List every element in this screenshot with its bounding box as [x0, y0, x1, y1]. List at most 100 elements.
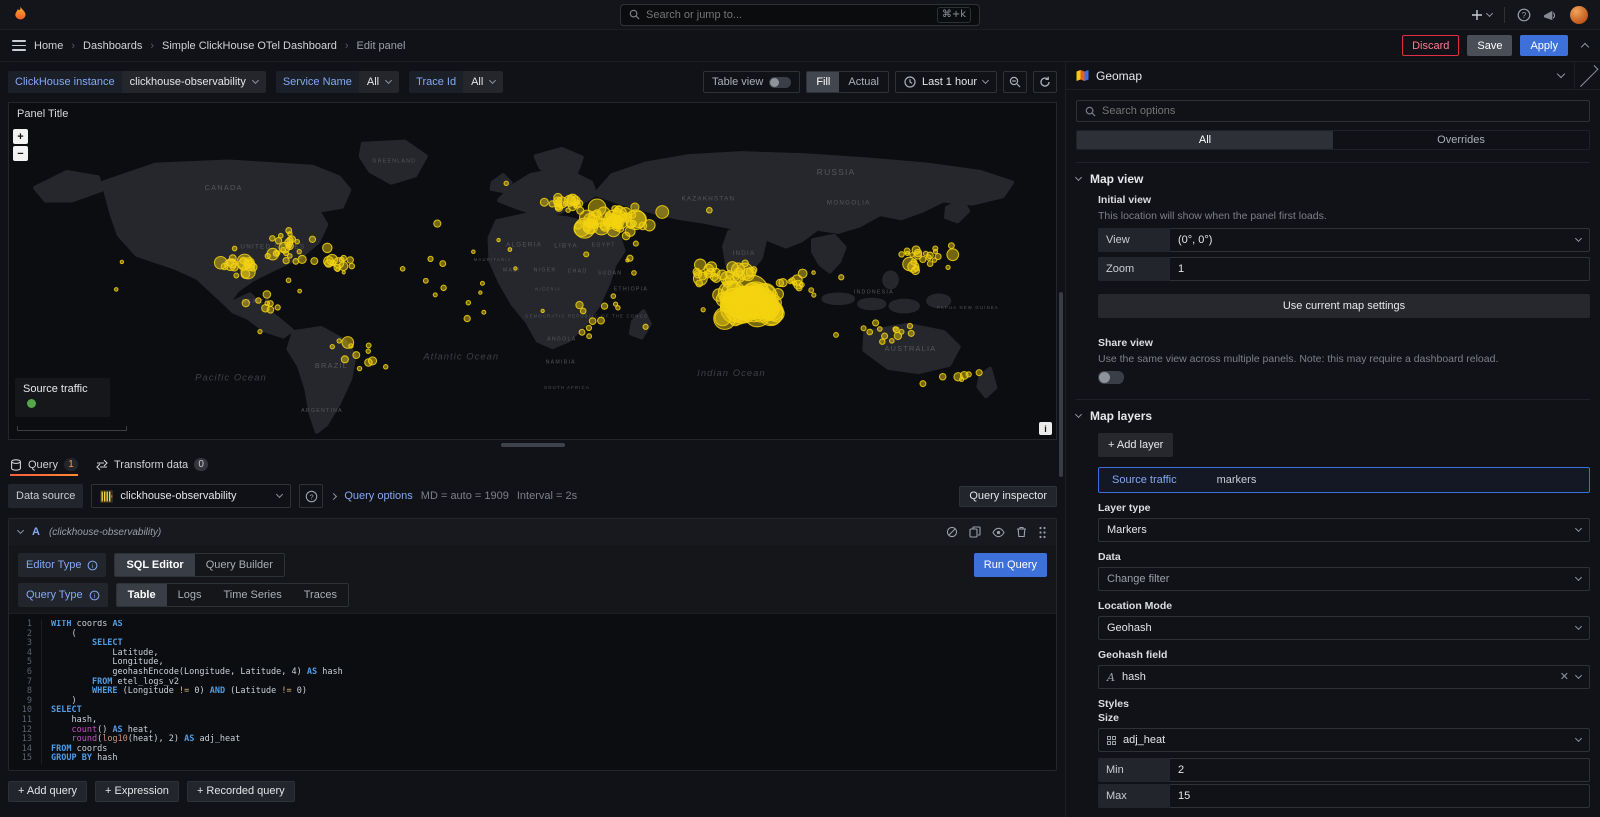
disable-query-icon[interactable] [946, 526, 958, 538]
breadcrumb-dashboards[interactable]: Dashboards [83, 40, 142, 52]
datasource-label: Data source [8, 484, 83, 508]
query-ref-id: A [32, 526, 40, 538]
zoom-label: Zoom [1098, 257, 1170, 281]
tab-all[interactable]: All [1077, 131, 1333, 149]
hide-response-icon[interactable] [992, 527, 1005, 538]
view-select[interactable]: (0°, 0°) [1170, 228, 1590, 252]
expression-button[interactable]: + Expression [95, 781, 179, 802]
refresh-icon [1039, 76, 1051, 88]
chevron-right-icon[interactable] [330, 492, 337, 499]
attribution-button[interactable]: i [1039, 422, 1052, 435]
min-input[interactable] [1178, 764, 1581, 776]
tab-query[interactable]: Query 1 [10, 458, 78, 476]
variable-service-name: Service Name All [276, 71, 399, 93]
query-row-header[interactable]: A (clickhouse-observability) [9, 519, 1056, 545]
map-layers-header[interactable]: Map layers [1076, 409, 1590, 423]
sql-editor-option[interactable]: SQL Editor [115, 554, 194, 576]
news-icon[interactable] [1543, 8, 1558, 21]
info-circle-icon: i [89, 590, 100, 601]
map-view-header[interactable]: Map view [1076, 172, 1590, 186]
clear-icon[interactable]: ✕ [1560, 672, 1569, 683]
search-input[interactable] [646, 9, 931, 21]
sql-editor[interactable]: 123456789101112131415 WITH coords AS ( S… [9, 613, 1056, 770]
data-filter-select[interactable]: Change filter [1098, 567, 1590, 591]
variable-value-dropdown[interactable]: All [359, 71, 399, 93]
geohash-field-select[interactable]: A hash ✕ [1098, 665, 1590, 689]
variable-label: Trace Id [409, 71, 463, 93]
panel-options-sidebar: Geomap All Overrides Map view [1066, 62, 1600, 817]
map-canvas[interactable]: RUSSIACANADAGREENLANDUNITED STATESMEXICO… [9, 125, 1056, 439]
time-range-picker[interactable]: Last 1 hour [895, 71, 997, 93]
svg-text:SUDAN: SUDAN [598, 271, 623, 277]
datasource-help-button[interactable]: ? [299, 484, 323, 508]
zoom-out-time-button[interactable] [1003, 71, 1027, 93]
query-inspector-button[interactable]: Query inspector [959, 486, 1057, 507]
add-query-button[interactable]: + Add query [8, 781, 87, 802]
discard-button[interactable]: Discard [1402, 35, 1459, 56]
breadcrumb-dashboard-name[interactable]: Simple ClickHouse OTel Dashboard [162, 40, 337, 52]
svg-text:SOUTH AFRICA: SOUTH AFRICA [544, 385, 590, 390]
global-search[interactable]: ⌘+k [620, 4, 980, 26]
tab-transform-data[interactable]: Transform data 0 [96, 458, 208, 476]
layer-type-select[interactable]: Markers [1098, 518, 1590, 542]
query-builder-option[interactable]: Query Builder [195, 554, 284, 576]
size-field-select[interactable]: adj_heat [1098, 728, 1590, 752]
search-icon [629, 9, 640, 20]
collapse-query-icon[interactable] [17, 527, 24, 534]
use-current-map-settings-button[interactable]: Use current map settings [1098, 294, 1590, 318]
refresh-button[interactable] [1033, 71, 1057, 93]
grafana-logo[interactable] [12, 6, 29, 23]
scrollbar-thumb[interactable] [1059, 292, 1063, 477]
geohash-field-label: Geohash field [1098, 649, 1590, 661]
max-input[interactable] [1178, 790, 1581, 802]
drag-handle-icon[interactable] [1038, 526, 1047, 539]
table-view-toggle[interactable]: Table view [703, 71, 800, 93]
text-field-icon: A [1107, 671, 1115, 684]
tab-overrides[interactable]: Overrides [1333, 131, 1589, 149]
location-mode-select[interactable]: Geohash [1098, 616, 1590, 640]
add-layer-button[interactable]: + Add layer [1098, 433, 1173, 457]
fill-option[interactable]: Fill [807, 72, 839, 92]
layer-item-source-traffic[interactable]: Source traffic markers [1098, 467, 1590, 493]
query-options-link[interactable]: Query options [344, 490, 412, 502]
map-zoom-in-button[interactable]: + [13, 129, 28, 144]
transform-icon [96, 459, 108, 471]
map-zoom-out-button[interactable]: − [13, 146, 28, 161]
menu-toggle-icon[interactable] [12, 40, 26, 51]
zoom-input[interactable] [1178, 263, 1581, 275]
options-search[interactable] [1076, 100, 1590, 122]
recorded-query-button[interactable]: + Recorded query [187, 781, 295, 802]
fill-actual-switch: Fill Actual [806, 71, 889, 93]
delete-query-icon[interactable] [1016, 526, 1027, 538]
save-button[interactable]: Save [1467, 35, 1512, 56]
variable-clickhouse-instance: ClickHouse instance clickhouse-observabi… [8, 71, 266, 93]
viz-picker-header[interactable]: Geomap [1066, 62, 1600, 90]
datasource-picker[interactable]: clickhouse-observability [91, 484, 291, 508]
options-search-input[interactable] [1102, 105, 1581, 117]
viz-picker-toggle[interactable] [1548, 62, 1574, 89]
share-view-toggle[interactable] [1098, 371, 1124, 384]
svg-text:GREENLAND: GREENLAND [372, 159, 416, 165]
apply-button[interactable]: Apply [1520, 35, 1568, 56]
query-datasource-name: (clickhouse-observability) [49, 527, 161, 538]
query-type-table[interactable]: Table [117, 584, 167, 606]
drag-pill[interactable] [501, 443, 565, 447]
variable-value-dropdown[interactable]: clickhouse-observability [122, 71, 266, 93]
user-avatar[interactable] [1570, 6, 1588, 24]
variable-value-dropdown[interactable]: All [463, 71, 503, 93]
chevron-down-icon [489, 77, 496, 84]
query-type-timeseries[interactable]: Time Series [212, 584, 292, 606]
duplicate-query-icon[interactable] [969, 526, 981, 538]
add-menu-button[interactable] [1471, 9, 1492, 21]
sql-code[interactable]: WITH coords AS ( SELECT Latitude, Longit… [41, 620, 1056, 764]
query-type-logs[interactable]: Logs [167, 584, 213, 606]
help-icon[interactable]: ? [1517, 8, 1531, 22]
run-query-button[interactable]: Run Query [974, 553, 1047, 577]
world-map: RUSSIACANADAGREENLANDUNITED STATESMEXICO… [9, 125, 1056, 439]
collapse-pane-button[interactable] [1574, 62, 1600, 89]
query-type-traces[interactable]: Traces [293, 584, 348, 606]
collapse-options-icon[interactable] [1581, 43, 1589, 51]
actual-option[interactable]: Actual [839, 72, 888, 92]
breadcrumb-home[interactable]: Home [34, 40, 63, 52]
panel-title[interactable]: Panel Title [9, 103, 1056, 125]
